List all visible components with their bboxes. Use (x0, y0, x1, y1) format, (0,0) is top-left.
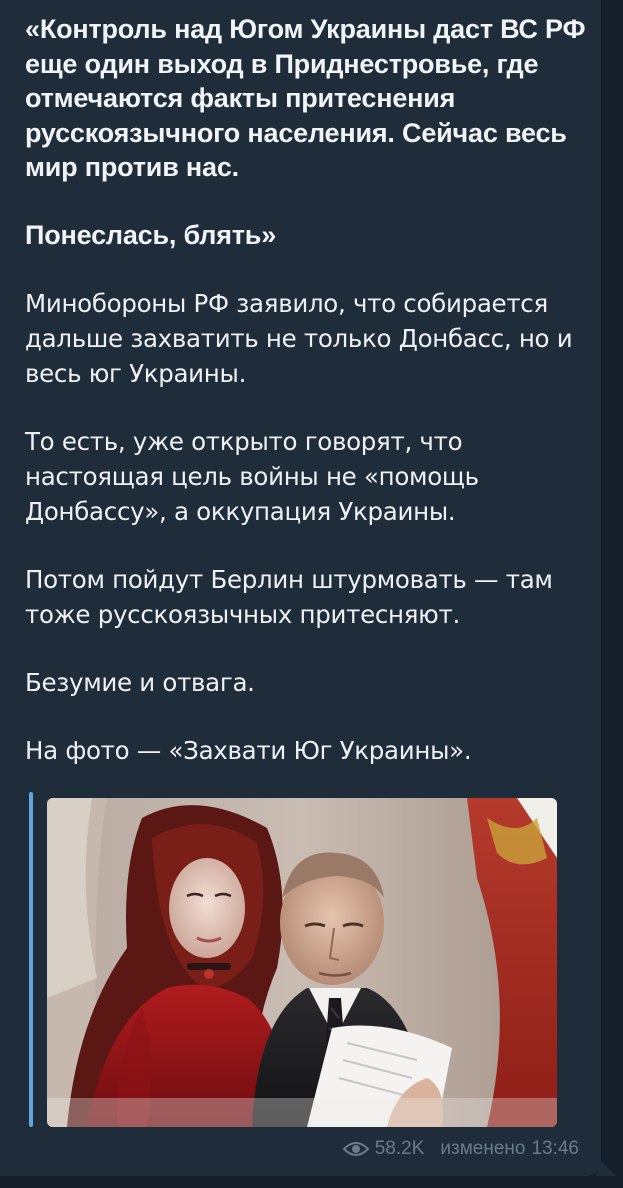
eye-icon (342, 1142, 369, 1156)
message-paragraph-5: Потом пойдут Берлин штурмовать — там тож… (25, 564, 553, 629)
preview-accent-bar (29, 792, 33, 1127)
edited-label: изменено (440, 1138, 526, 1159)
message-time: 13:46 (531, 1138, 579, 1159)
message-paragraph-6: Безумие и отвага. (25, 667, 255, 697)
views-count: 58.2K (374, 1138, 425, 1159)
message-text: «Контроль над Югом Украины даст ВС РФ ещ… (25, 12, 590, 801)
message-paragraph-7: На фото — «Захвати Юг Украины». (25, 735, 472, 765)
preview-photo-graphic (47, 798, 557, 1127)
link-preview[interactable] (29, 792, 557, 1127)
message-paragraph-2: Понеслась, блять» (25, 219, 277, 250)
preview-photo[interactable] (47, 798, 557, 1127)
message-meta: 58.2K изменено 13:46 (342, 1138, 579, 1160)
message-paragraph-1: «Контроль над Югом Украины даст ВС РФ ещ… (25, 14, 586, 183)
message-paragraph-3: Минобороны РФ заявило, что собирается да… (25, 288, 573, 388)
message-paragraph-4: То есть, уже открыто говорят, что настоя… (25, 426, 479, 526)
